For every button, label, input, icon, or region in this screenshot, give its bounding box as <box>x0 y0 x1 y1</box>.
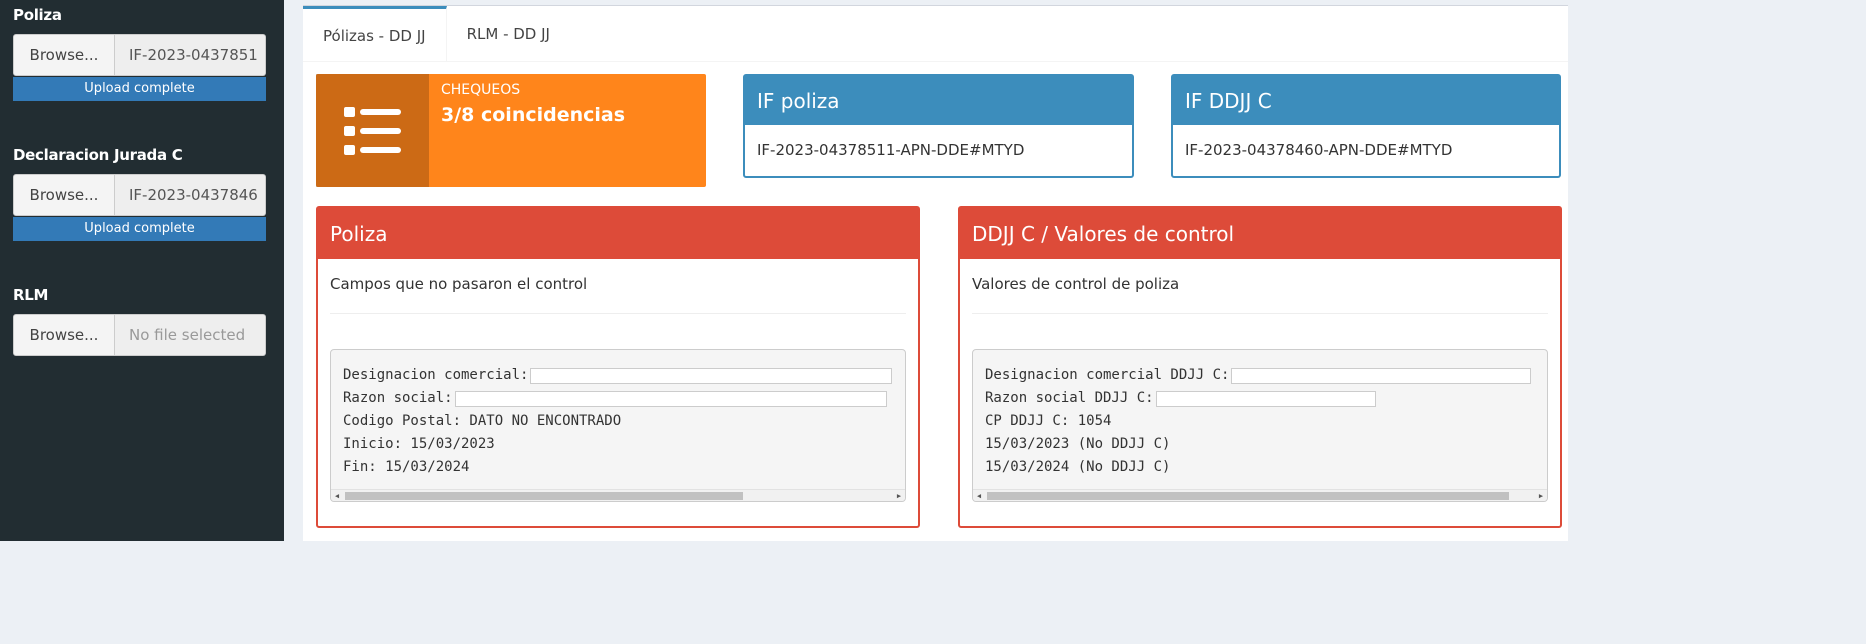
poliza-box: Poliza Campos que no pasaron el control … <box>316 206 920 528</box>
poliza-box-subtitle: Campos que no pasaron el control <box>330 275 588 293</box>
tab-bar: Pólizas - DD JJ RLM - DD JJ <box>303 6 1568 62</box>
ddjj-box-title: DDJJ C / Valores de control <box>960 208 1560 259</box>
scroll-right-icon[interactable]: ▶ <box>1535 490 1547 501</box>
blank-field <box>530 367 893 384</box>
blank-field <box>1231 367 1532 384</box>
divider <box>330 313 906 314</box>
output-line: CP DDJJ C: 1054 <box>985 413 1112 429</box>
ddjj-file-name: IF-2023-0437846 <box>115 174 266 216</box>
if-ddjj-box: IF DDJJ C IF-2023-04378460-APN-DDE#MTYD <box>1171 74 1561 178</box>
ddjj-file-input[interactable]: Browse... IF-2023-0437846 <box>13 174 266 216</box>
rlm-file-name: No file selected <box>115 314 266 356</box>
divider <box>972 313 1548 314</box>
scrollbar-thumb[interactable] <box>345 492 743 500</box>
tab-rlm-ddjj[interactable]: RLM - DD JJ <box>447 6 570 62</box>
if-poliza-box: IF poliza IF-2023-04378511-APN-DDE#MTYD <box>743 74 1134 178</box>
output-line: Codigo Postal: DATO NO ENCONTRADO <box>343 413 622 429</box>
output-line: Designacion comercial: <box>343 367 529 383</box>
poliza-browse-button[interactable]: Browse... <box>13 34 115 76</box>
ddjj-browse-button[interactable]: Browse... <box>13 174 115 216</box>
if-poliza-title: IF poliza <box>745 76 1132 125</box>
scroll-left-icon[interactable]: ◀ <box>331 490 343 501</box>
horizontal-scrollbar[interactable]: ◀ ▶ <box>973 489 1547 501</box>
rlm-browse-button[interactable]: Browse... <box>13 314 115 356</box>
blank-field <box>454 390 887 407</box>
poliza-output: Designacion comercial: Razon social: Cod… <box>330 349 906 502</box>
sidebar: Poliza Browse... IF-2023-0437851 Upload … <box>0 0 284 541</box>
rlm-label: RLM <box>13 286 49 304</box>
info-box-value: 3/8 coincidencias <box>441 104 626 126</box>
output-line: Fin: 15/03/2024 <box>343 459 470 475</box>
ddjj-label: Declaracion Jurada C <box>13 146 183 164</box>
output-line: Razon social DDJJ C: <box>985 390 1154 406</box>
output-line: Inicio: 15/03/2023 <box>343 436 495 452</box>
ddjj-output: Designacion comercial DDJJ C: Razon soci… <box>972 349 1548 502</box>
ddjj-upload-progress: Upload complete <box>13 217 266 241</box>
if-poliza-value: IF-2023-04378511-APN-DDE#MTYD <box>757 141 1025 159</box>
output-line: 15/03/2024 (No DDJJ C) <box>985 459 1171 475</box>
poliza-file-input[interactable]: Browse... IF-2023-0437851 <box>13 34 266 76</box>
rlm-file-input[interactable]: Browse... No file selected <box>13 314 266 356</box>
info-box-title: CHEQUEOS <box>441 82 521 98</box>
poliza-box-title: Poliza <box>318 208 918 259</box>
scroll-left-icon[interactable]: ◀ <box>973 490 985 501</box>
chequeos-info-box: CHEQUEOS 3/8 coincidencias <box>316 74 706 187</box>
scroll-right-icon[interactable]: ▶ <box>893 490 905 501</box>
ddjj-box: DDJJ C / Valores de control Valores de c… <box>958 206 1562 528</box>
poliza-upload-progress: Upload complete <box>13 77 266 101</box>
output-line: Razon social: <box>343 390 453 406</box>
scrollbar-thumb[interactable] <box>987 492 1509 500</box>
if-ddjj-value: IF-2023-04378460-APN-DDE#MTYD <box>1185 141 1453 159</box>
blank-field <box>1155 390 1376 407</box>
horizontal-scrollbar[interactable]: ◀ ▶ <box>331 489 905 501</box>
tab-polizas-ddjj[interactable]: Pólizas - DD JJ <box>303 6 447 62</box>
if-ddjj-title: IF DDJJ C <box>1173 76 1559 125</box>
poliza-label: Poliza <box>13 6 62 24</box>
ddjj-box-subtitle: Valores de control de poliza <box>972 275 1180 293</box>
output-line: 15/03/2023 (No DDJJ C) <box>985 436 1171 452</box>
poliza-file-name: IF-2023-0437851 <box>115 34 266 76</box>
list-icon <box>316 74 429 187</box>
output-line: Designacion comercial DDJJ C: <box>985 367 1230 383</box>
